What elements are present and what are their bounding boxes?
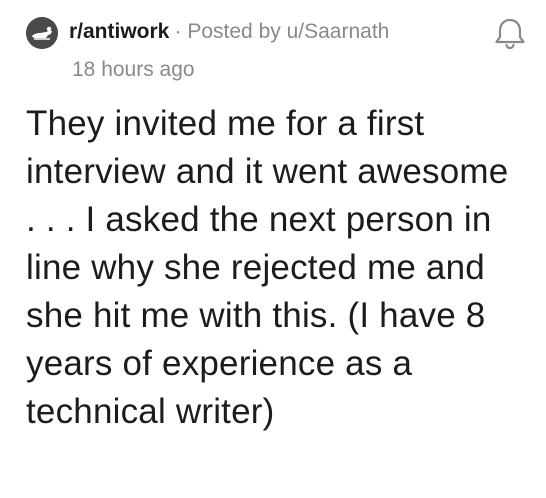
author-link[interactable]: Posted by u/Saarnath [187,20,389,43]
meta-separator: · [174,20,182,43]
post-title[interactable]: They invited me for a first interview an… [26,100,526,436]
bell-icon[interactable] [490,14,530,54]
subreddit-link[interactable]: r/antiwork [69,20,169,43]
post-header: r/antiwork · Posted by u/Saarnath 18 hours… [26,14,530,84]
post-timestamp: 18 hours ago [72,58,195,81]
subreddit-avatar-icon[interactable] [26,17,58,49]
post-meta-line: r/antiwork · Posted by u/Saarnath [69,19,389,45]
